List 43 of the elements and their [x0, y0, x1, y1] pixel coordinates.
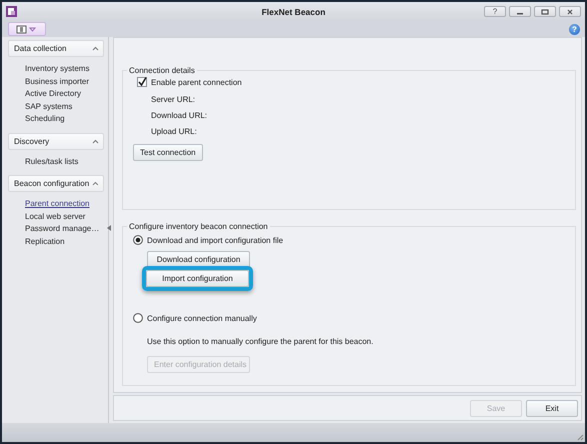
- window-title: FlexNet Beacon: [262, 6, 326, 16]
- sidebar-item[interactable]: Business importer: [25, 76, 104, 87]
- sidebar-item[interactable]: Parent connection: [25, 198, 104, 210]
- sidebar-item[interactable]: Replication: [25, 236, 104, 247]
- sidebar-item[interactable]: SAP systems: [25, 100, 104, 112]
- section-header[interactable]: Beacon configuration: [8, 175, 104, 192]
- chevron-icon: [92, 181, 99, 186]
- resize-grip-icon[interactable]: [576, 433, 584, 441]
- sidebar-item[interactable]: Inventory systems: [25, 63, 104, 74]
- section-header[interactable]: Data collection: [8, 40, 104, 57]
- radio-label: Download and import configuration file: [147, 236, 284, 244]
- group-title: Configure inventory beacon connection: [128, 222, 269, 231]
- sidebar-item[interactable]: Active Directory: [25, 88, 104, 100]
- field-label: Upload URL:: [151, 127, 198, 136]
- import-button[interactable]: Import configuration: [146, 270, 249, 287]
- checkbox-label: Enable parent connection: [151, 78, 242, 86]
- footer-button[interactable]: Exit: [526, 400, 578, 416]
- help-button[interactable]: ?: [484, 6, 506, 17]
- maximize-icon: [541, 8, 549, 16]
- option-description: Use this option to manually configure the parent for this beacon.: [147, 336, 374, 348]
- sidebar-item[interactable]: Password manage…: [25, 223, 104, 234]
- chevron-icon: [92, 138, 99, 144]
- layout-button[interactable]: [8, 22, 46, 36]
- maximize-button[interactable]: [534, 6, 556, 17]
- group-title: Connection details: [128, 66, 196, 75]
- checkbox[interactable]: [137, 77, 147, 87]
- sidebar-item[interactable]: Rules/task lists: [25, 156, 104, 167]
- sidebar-item[interactable]: Scheduling: [25, 113, 104, 124]
- close-icon: [566, 8, 574, 16]
- layout-icon: [16, 24, 38, 34]
- field-label: Server URL:: [151, 95, 196, 104]
- radio-button[interactable]: [133, 235, 143, 245]
- close-button[interactable]: [559, 6, 581, 17]
- minimize-button[interactable]: [509, 6, 531, 17]
- sidebar-item[interactable]: Local web server: [25, 210, 104, 222]
- field-label: Download URL:: [151, 111, 208, 120]
- app-icon: [6, 6, 17, 17]
- chevron-icon: [92, 46, 99, 51]
- radio-button[interactable]: [133, 313, 143, 323]
- collapse-icon[interactable]: [107, 225, 111, 231]
- test-button[interactable]: Test connection: [133, 144, 203, 161]
- radio-label: Configure connection manually: [147, 314, 257, 322]
- section-header[interactable]: Discovery: [8, 132, 104, 150]
